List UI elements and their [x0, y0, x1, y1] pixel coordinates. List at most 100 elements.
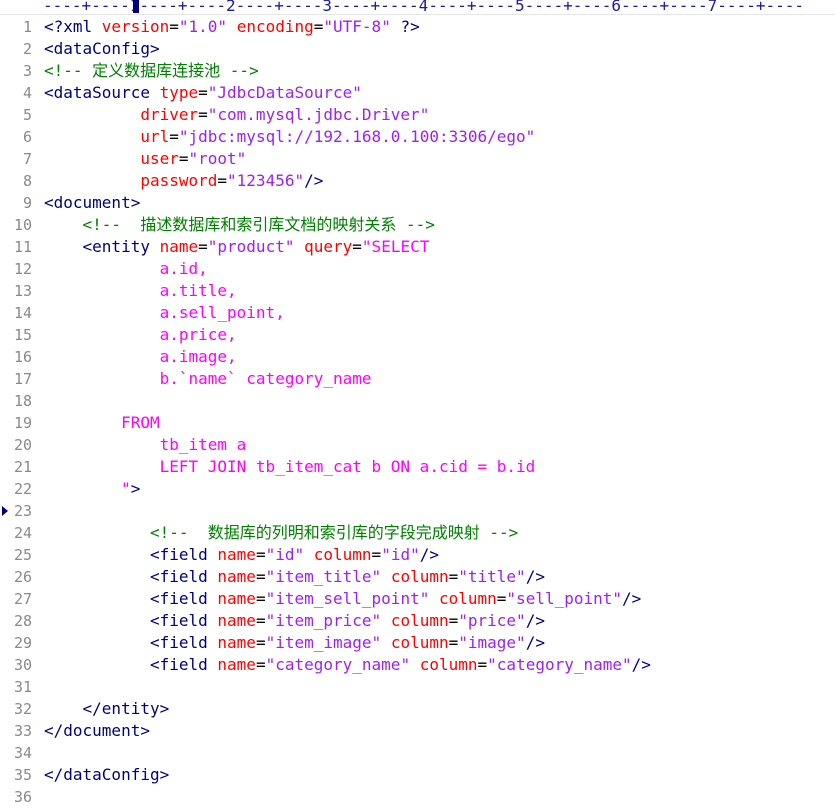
code-token: /> — [525, 633, 545, 652]
code-line[interactable]: 12 a.id, — [0, 258, 835, 280]
line-number: 30 — [13, 656, 32, 674]
code-line[interactable]: 30 <field name="category_name" column="c… — [0, 654, 835, 676]
code-line[interactable]: 7 user="root" — [0, 148, 835, 170]
code-token: a.id, — [159, 259, 208, 278]
code-token: = — [371, 545, 382, 564]
code-token: /> — [525, 567, 545, 586]
line-number: 18 — [13, 392, 32, 410]
code-line[interactable]: 17 b.`name` category_name — [0, 368, 835, 390]
line-number: 31 — [13, 678, 32, 696]
code-token: user — [140, 149, 179, 168]
line-number: 7 — [22, 150, 32, 168]
code-token: name — [217, 589, 256, 608]
code-token: type — [159, 83, 199, 102]
code-line[interactable]: 20 tb_item a — [0, 434, 835, 456]
code-token: column — [390, 611, 449, 630]
code-token: name — [217, 633, 256, 652]
code-line[interactable]: 14 a.sell_point, — [0, 302, 835, 324]
code-line[interactable]: 22 "> — [0, 478, 835, 500]
code-line[interactable]: 15 a.price, — [0, 324, 835, 346]
code-line[interactable]: 33 </document> — [0, 720, 835, 742]
code-line[interactable]: 16 a.image, — [0, 346, 835, 368]
code-text: <field name="category_name" column="cate… — [44, 654, 651, 676]
code-token: = — [198, 83, 208, 102]
line-number: 22 — [13, 480, 32, 498]
code-text: a.price, — [44, 324, 237, 346]
line-number: 19 — [13, 414, 32, 432]
code-line[interactable]: 9 <document> — [0, 192, 835, 214]
code-token: > — [130, 479, 141, 498]
code-token: tb_item a — [159, 435, 247, 454]
code-line[interactable]: 28 <field name="item_price" column="pric… — [0, 610, 835, 632]
code-line[interactable]: 21 LEFT JOIN tb_item_cat b ON a.cid = b.… — [0, 456, 835, 478]
code-token: column — [419, 655, 478, 674]
code-editor[interactable]: 1 <?xml version="1.0" encoding="UTF-8" ?>… — [0, 16, 835, 808]
code-line[interactable]: 3 <!-- 定义数据库连接池 --> — [0, 60, 835, 82]
code-token: <entity — [82, 237, 160, 256]
code-line[interactable]: 34 — [0, 742, 835, 764]
code-text: <entity name="product" query="SELECT — [44, 236, 430, 258]
code-line[interactable]: 35 </dataConfig> — [0, 764, 835, 786]
code-token: <?xml — [44, 17, 102, 36]
code-token: <field — [149, 633, 218, 652]
line-number: 15 — [13, 326, 32, 344]
code-line[interactable]: 1 <?xml version="1.0" encoding="UTF-8" ?> — [0, 16, 835, 38]
code-line[interactable]: 11 <entity name="product" query="SELECT — [0, 236, 835, 258]
line-number: 8 — [22, 172, 32, 190]
code-text: <field name="item_image" column="image"/… — [44, 632, 545, 654]
code-line[interactable]: 32 </entity> — [0, 698, 835, 720]
code-token: LEFT JOIN tb_item_cat b ON a.cid = b.id — [159, 457, 536, 476]
code-token: encoding — [236, 17, 314, 36]
code-token: "category_name" — [265, 655, 411, 674]
code-token: <!-- 定义数据库连接池 --> — [44, 61, 259, 80]
code-line[interactable]: 26 <field name="item_title" column="titl… — [0, 566, 835, 588]
code-line[interactable]: 5 driver="com.mysql.jdbc.Driver" — [0, 104, 835, 126]
code-token: <field — [149, 655, 218, 674]
code-token: = — [448, 611, 459, 630]
code-line[interactable]: 4 <dataSource type="JdbcDataSource" — [0, 82, 835, 104]
code-line[interactable]: 6 url="jdbc:mysql://192.168.0.100:3306/e… — [0, 126, 835, 148]
code-line[interactable]: 27 <field name="item_sell_point" column=… — [0, 588, 835, 610]
code-token: <field — [149, 589, 218, 608]
code-token: = — [448, 633, 459, 652]
column-ruler: ----+----1----+----2----+----3----+----4… — [0, 0, 835, 15]
code-token: ?> — [390, 17, 420, 36]
code-token: </dataConfig> — [44, 765, 170, 784]
line-number: 34 — [13, 744, 32, 762]
code-token: " — [121, 479, 131, 498]
code-token: name — [217, 545, 256, 564]
code-token: </document> — [44, 721, 150, 740]
code-token: password — [140, 171, 218, 190]
code-line[interactable]: 23 — [0, 500, 835, 522]
code-text: a.image, — [44, 346, 237, 368]
code-text: "> — [44, 478, 140, 500]
code-line[interactable]: 31 — [0, 676, 835, 698]
code-line[interactable]: 19 FROM — [0, 412, 835, 434]
line-number: 4 — [22, 84, 32, 102]
code-token: = — [255, 545, 266, 564]
code-token: "id" — [381, 545, 420, 564]
line-number: 32 — [13, 700, 32, 718]
code-token: "JdbcDataSource" — [207, 83, 362, 102]
code-token: column — [438, 589, 497, 608]
code-line[interactable]: 10 <!-- 描述数据库和索引库文档的映射关系 --> — [0, 214, 835, 236]
code-line[interactable]: 36 — [0, 786, 835, 808]
code-line[interactable]: 29 <field name="item_image" column="imag… — [0, 632, 835, 654]
code-line[interactable]: 24 <!-- 数据库的列明和索引库的字段完成映射 --> — [0, 522, 835, 544]
code-line[interactable]: 2 <dataConfig> — [0, 38, 835, 60]
code-token: name — [217, 611, 256, 630]
code-line[interactable]: 18 — [0, 390, 835, 412]
code-token: = — [198, 105, 208, 124]
code-line[interactable]: 8 password="123456"/> — [0, 170, 835, 192]
code-token: column — [390, 567, 449, 586]
line-number: 20 — [13, 436, 32, 454]
code-line[interactable]: 25 <field name="id" column="id"/> — [0, 544, 835, 566]
code-token: "123456" — [227, 171, 305, 190]
code-line[interactable]: 13 a.title, — [0, 280, 835, 302]
